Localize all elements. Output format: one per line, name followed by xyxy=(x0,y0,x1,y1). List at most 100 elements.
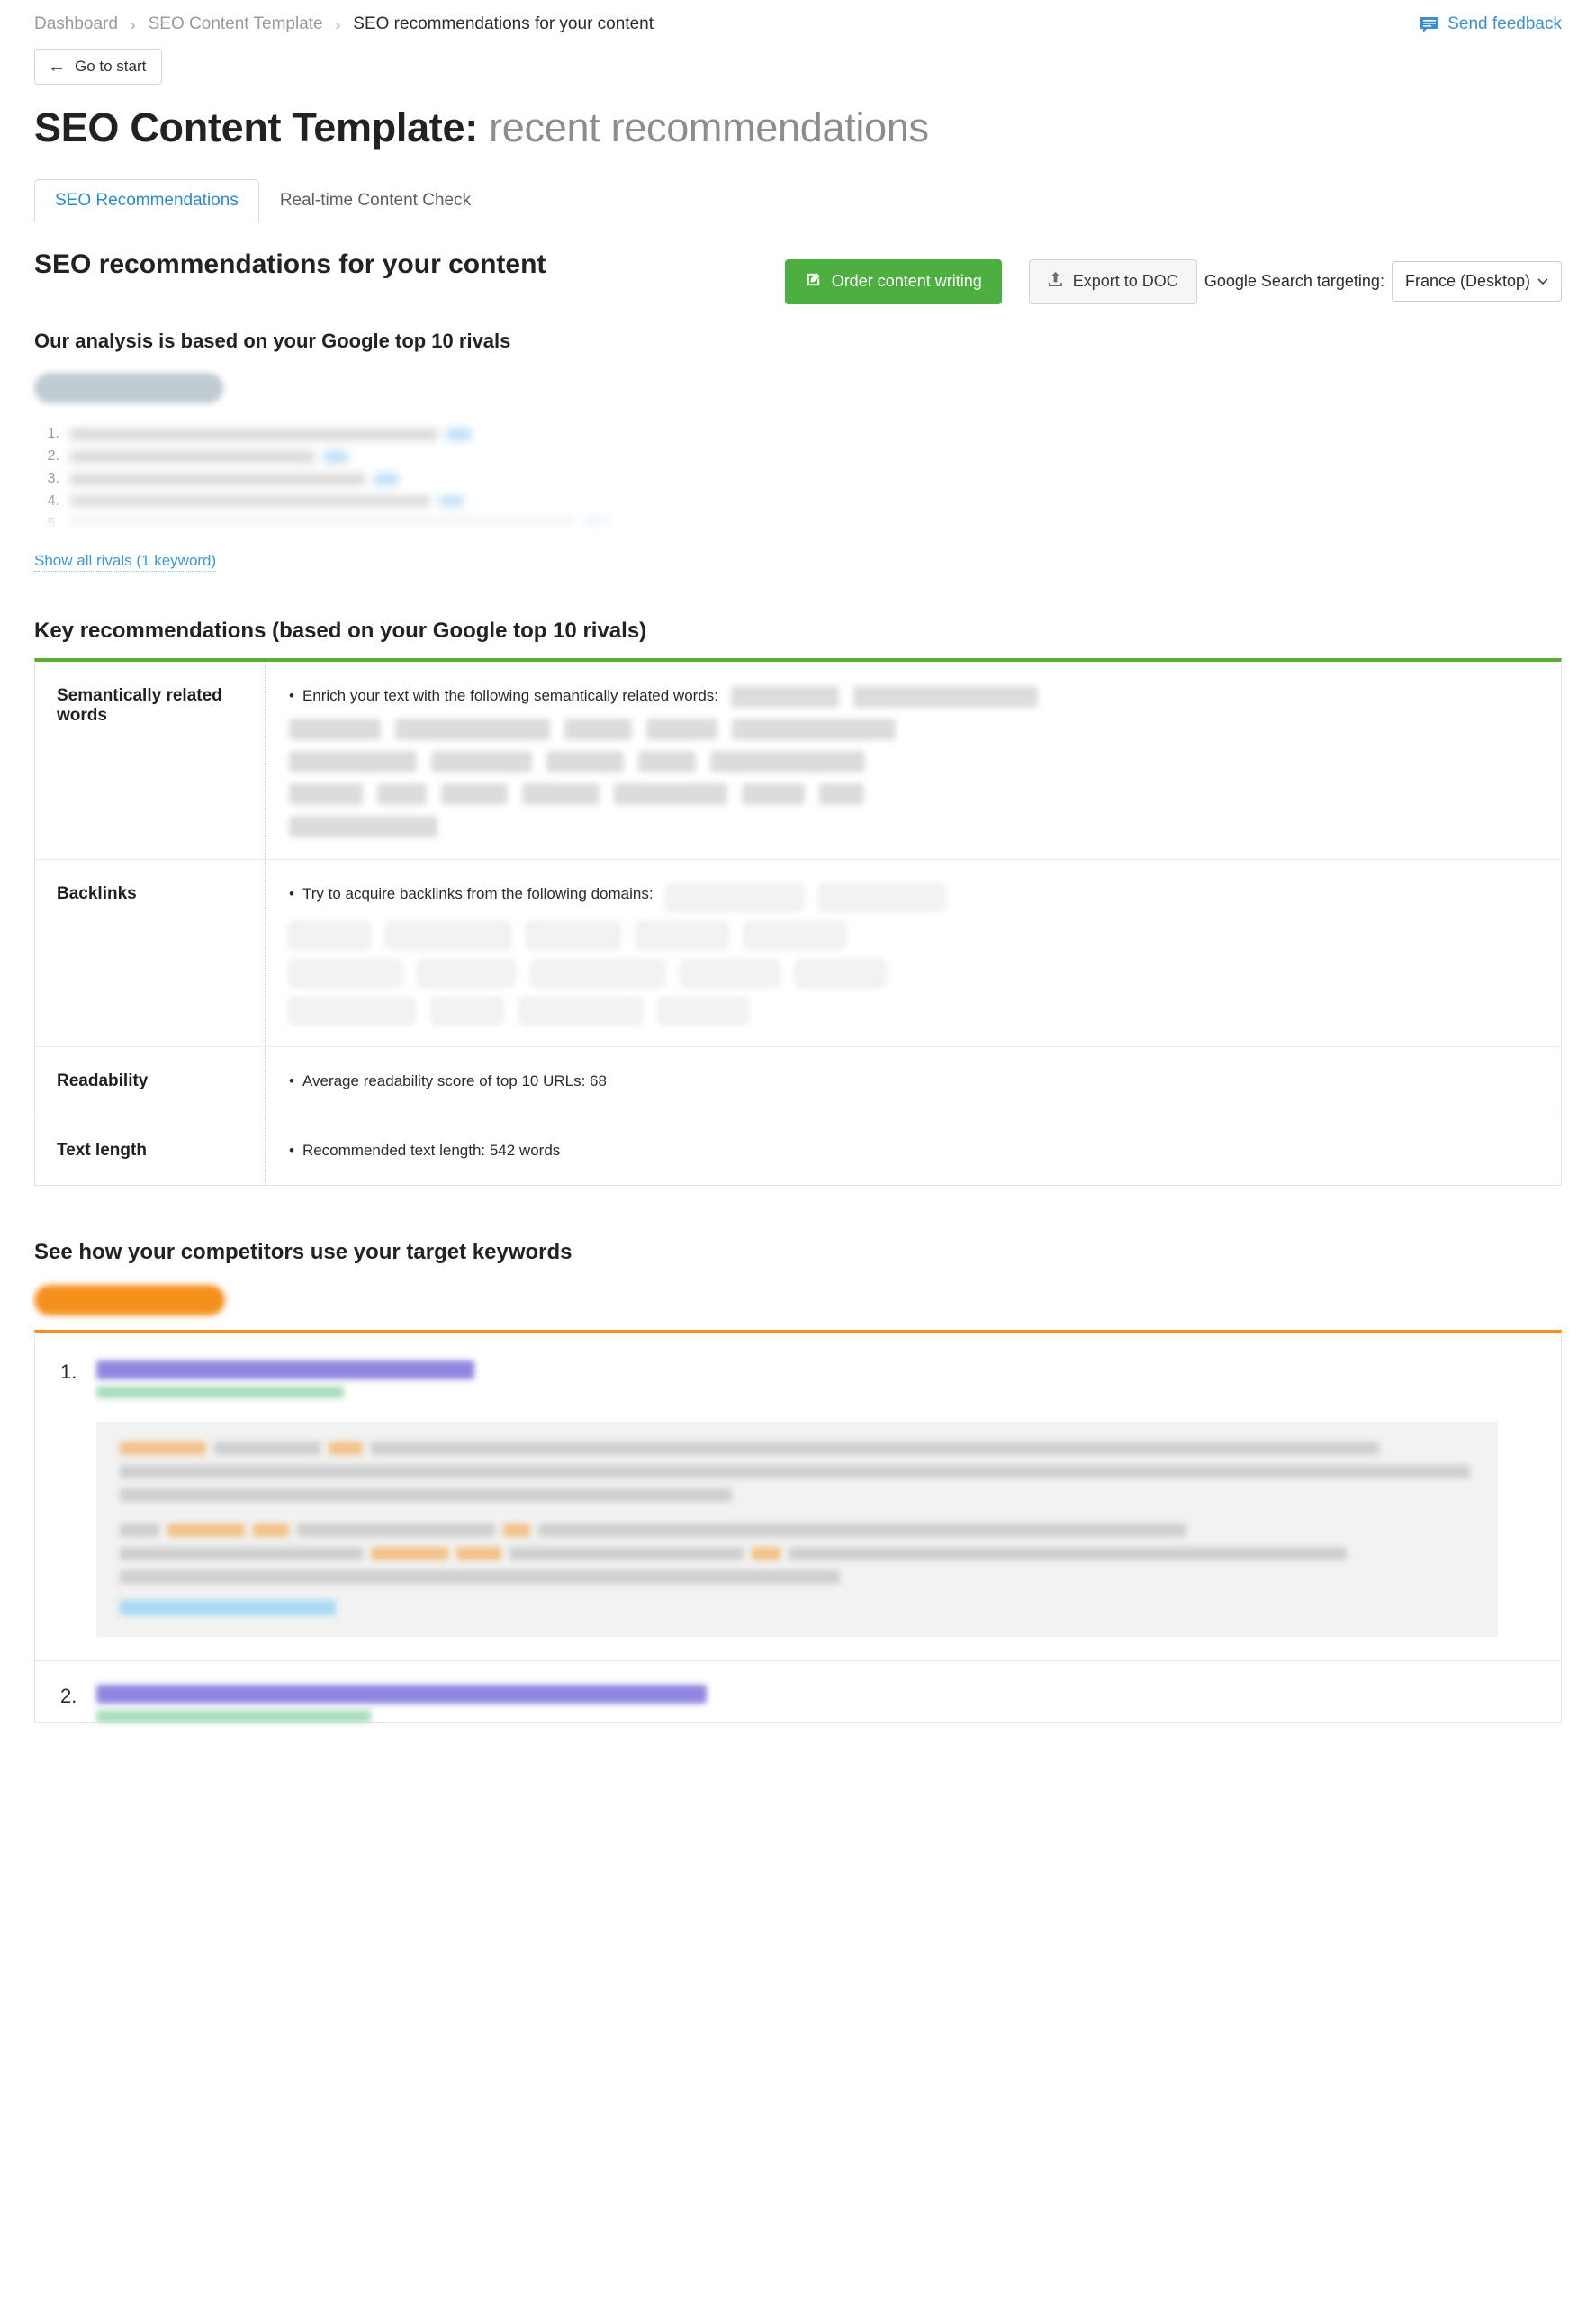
keyword-chip[interactable] xyxy=(289,718,381,740)
keyword-chip[interactable] xyxy=(819,782,864,805)
domain-chip[interactable] xyxy=(289,921,370,949)
domain-chip[interactable] xyxy=(665,883,803,911)
domain-chip[interactable] xyxy=(289,959,401,987)
analysis-subtitle: Our analysis is based on your Google top… xyxy=(34,329,511,352)
snippet-link[interactable] xyxy=(120,1599,336,1615)
tab-real-time-content-check[interactable]: Real-time Content Check xyxy=(259,179,491,222)
keyword-badge xyxy=(34,372,223,403)
snippet-line xyxy=(120,1546,1474,1560)
competitors-title: See how your competitors use your target… xyxy=(34,1239,573,1264)
tab-seo-recommendations[interactable]: SEO Recommendations xyxy=(34,178,259,222)
domain-chip[interactable] xyxy=(658,997,748,1025)
snippet-text xyxy=(297,1523,495,1537)
keyword-chip[interactable] xyxy=(646,718,717,740)
domain-chip-group xyxy=(289,921,1537,949)
competitor-url[interactable] xyxy=(96,1709,371,1722)
keyword-chip[interactable] xyxy=(731,685,839,708)
targeting-selected-value: France (Desktop) xyxy=(1404,272,1530,291)
competitor-snippet xyxy=(96,1421,1498,1637)
table-row: Backlinks • Try to acquire backlinks fro… xyxy=(35,858,1561,1046)
snippet-text xyxy=(120,1546,363,1560)
send-feedback-link[interactable]: Send feedback xyxy=(1420,14,1562,34)
row-text-line: • Try to acquire backlinks from the foll… xyxy=(289,883,1537,911)
keyword-chip[interactable] xyxy=(395,718,550,740)
keyword-chip[interactable] xyxy=(377,782,427,805)
keyword-chip[interactable] xyxy=(732,718,896,740)
keyword-chip[interactable] xyxy=(431,750,532,773)
row-label: Text length xyxy=(35,1116,266,1185)
breadcrumb: Dashboard › SEO Content Template › SEO r… xyxy=(34,14,654,34)
domain-chip[interactable] xyxy=(386,921,510,949)
row-content: • Recommended text length: 542 words xyxy=(266,1116,1561,1185)
keyword-chip[interactable] xyxy=(742,782,805,805)
snippet-line xyxy=(120,1441,1474,1455)
breadcrumb-item-seo-content-template[interactable]: SEO Content Template xyxy=(149,14,323,34)
keyword-chip[interactable] xyxy=(289,815,437,837)
domain-chip[interactable] xyxy=(636,921,728,949)
keyword-chip[interactable] xyxy=(289,750,417,773)
domain-chip[interactable] xyxy=(744,921,845,949)
domain-chip[interactable] xyxy=(289,997,415,1025)
list-item: 1. xyxy=(35,1333,1561,1637)
targeting-select[interactable]: France (Desktop) xyxy=(1391,261,1562,303)
chevron-down-icon xyxy=(1537,275,1548,288)
keyword-chip[interactable] xyxy=(638,750,696,773)
domain-chip[interactable] xyxy=(796,959,886,987)
list-item[interactable]: 2. xyxy=(34,446,1562,468)
breadcrumb-item-current: SEO recommendations for your content xyxy=(353,14,654,33)
order-content-writing-label: Order content writing xyxy=(831,272,982,291)
keyword-chip[interactable] xyxy=(441,782,508,805)
chevron-right-icon: › xyxy=(335,15,341,33)
page-title: SEO Content Template: recent recommendat… xyxy=(0,85,1596,151)
send-feedback-label: Send feedback xyxy=(1447,14,1562,33)
go-to-start-button[interactable]: ← Go to start xyxy=(34,49,163,85)
row-text-line: • Average readability score of top 10 UR… xyxy=(289,1071,1537,1092)
highlighted-keyword xyxy=(503,1523,530,1537)
backlinks-text: Try to acquire backlinks from the follow… xyxy=(302,884,654,902)
section-header-row: SEO recommendations for your content Ord… xyxy=(34,249,1562,304)
domain-chip-group xyxy=(289,959,1537,987)
show-all-rivals-link[interactable]: Show all rivals (1 keyword) xyxy=(34,552,217,572)
list-item[interactable]: 1. xyxy=(34,423,1562,446)
list-item[interactable]: 3. xyxy=(34,468,1562,491)
bullet-icon: • xyxy=(289,686,294,704)
highlighted-keyword xyxy=(752,1546,780,1560)
tab-bar: SEO Recommendations Real-time Content Ch… xyxy=(0,175,1596,222)
keyword-chip[interactable] xyxy=(289,782,363,805)
export-to-doc-button[interactable]: Export to DOC xyxy=(1028,258,1197,304)
domain-chip[interactable] xyxy=(431,997,503,1025)
keyword-chip-group xyxy=(289,815,1537,837)
rival-badge xyxy=(324,450,347,463)
domain-chip[interactable] xyxy=(681,959,780,987)
competitor-url[interactable] xyxy=(96,1385,344,1398)
keyword-chip-group xyxy=(289,718,1537,740)
snippet-text xyxy=(538,1523,1186,1537)
order-content-writing-button[interactable]: Order content writing xyxy=(784,258,1002,304)
domain-chip[interactable] xyxy=(818,883,945,911)
keyword-chip-group xyxy=(289,750,1537,773)
competitor-title-link[interactable] xyxy=(96,1684,707,1704)
domain-chip[interactable] xyxy=(531,959,664,987)
rival-url xyxy=(70,450,315,463)
rivals-list: 1. 2. 3. 4. 5. xyxy=(34,423,1562,536)
keyword-chip[interactable] xyxy=(853,685,1038,708)
arrow-left-icon: ← xyxy=(48,57,66,77)
highlighted-keyword xyxy=(253,1523,289,1537)
competitors-keyword-badge xyxy=(34,1284,225,1315)
back-button-row: ← Go to start xyxy=(0,34,1596,85)
keyword-chip[interactable] xyxy=(522,782,600,805)
go-to-start-label: Go to start xyxy=(75,58,147,75)
tab-real-time-content-check-label: Real-time Content Check xyxy=(279,190,472,210)
keyword-chip[interactable] xyxy=(564,718,632,740)
keyword-chip[interactable] xyxy=(546,750,624,773)
domain-chip[interactable] xyxy=(519,997,642,1025)
domain-chip[interactable] xyxy=(418,959,515,987)
export-to-doc-label: Export to DOC xyxy=(1072,272,1178,291)
keyword-chip[interactable] xyxy=(614,782,727,805)
domain-chip[interactable] xyxy=(527,921,620,949)
rival-number: 3. xyxy=(47,471,59,487)
breadcrumb-item-dashboard[interactable]: Dashboard xyxy=(34,14,118,34)
bullet-icon: • xyxy=(289,1071,294,1089)
competitor-title-link[interactable] xyxy=(96,1360,474,1379)
keyword-chip[interactable] xyxy=(710,750,865,773)
